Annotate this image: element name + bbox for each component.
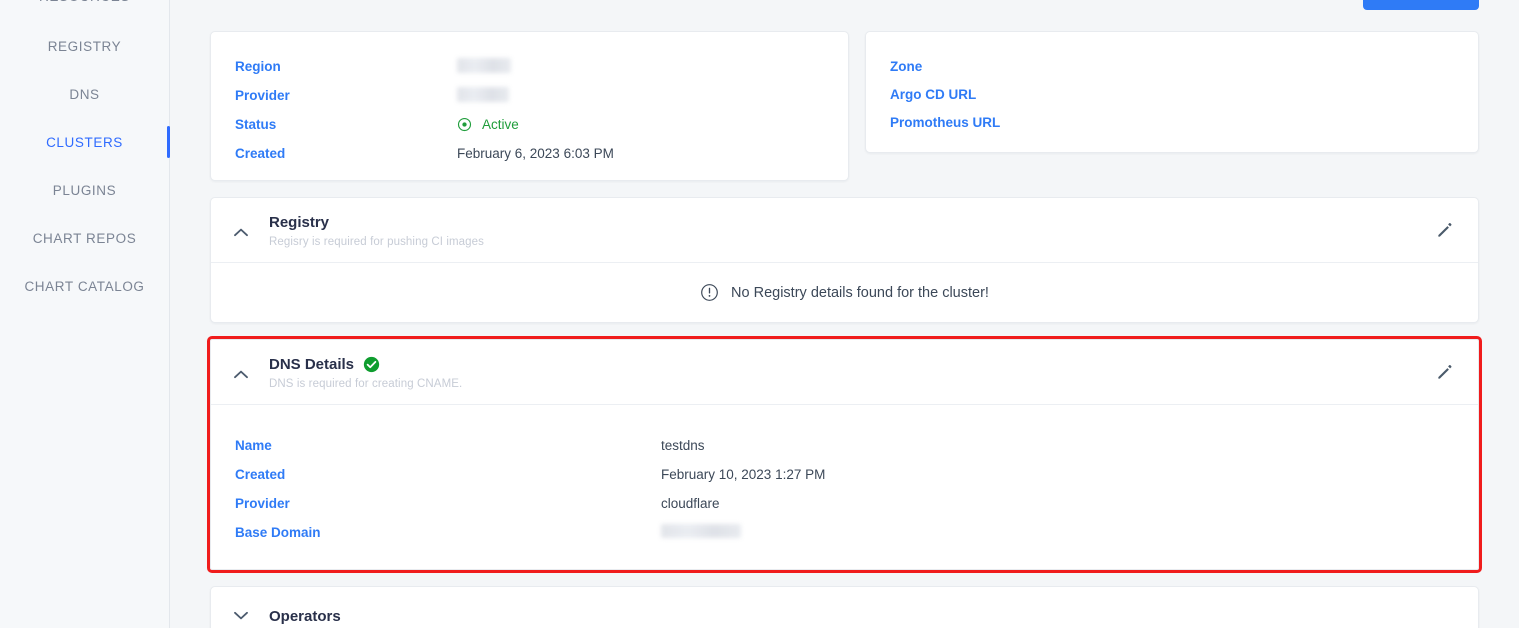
dns-title-wrap: DNS Details [269,356,462,373]
sidebar: RESOURCES REGISTRY DNS CLUSTERS PLUGINS … [0,0,170,628]
dns-name-label[interactable]: Name [235,438,661,453]
status-label[interactable]: Status [235,117,457,132]
dns-details-section: DNS Details DNS is required for creating… [207,336,1482,573]
cluster-links-card: Zone Argo CD URL Promotheus URL [865,31,1479,153]
status-row: Status Active [235,110,824,139]
provider-row: Provider [235,81,824,110]
zone-row: Zone [890,52,1454,80]
edit-registry-button[interactable] [1432,217,1458,243]
dns-name-value: testdns [661,438,705,453]
sidebar-item-resources[interactable]: RESOURCES [0,0,169,22]
dns-title: DNS Details [269,356,355,373]
operators-section: Operators [210,586,1479,628]
dns-titles: DNS Details DNS is required for creating… [269,354,462,390]
provider-label[interactable]: Provider [235,88,457,103]
redacted-value [457,57,511,73]
created-label[interactable]: Created [235,146,457,161]
sidebar-item-label: RESOURCES [39,0,130,4]
toolbar [210,0,1479,10]
verified-check-icon [363,356,380,373]
cluster-info-card: Region Provider Status Active Created Fe… [210,31,849,181]
chevron-up-icon[interactable] [227,360,255,388]
dns-row: Created February 10, 2023 1:27 PM [235,460,1454,489]
status-text: Active [482,117,519,132]
dns-created-label[interactable]: Created [235,467,661,482]
sidebar-item-label: CLUSTERS [46,134,123,150]
sidebar-item-label: PLUGINS [52,182,117,198]
redacted-value [457,86,509,102]
pencil-icon [1438,223,1452,237]
sidebar-item-chart-repos[interactable]: CHART REPOS [0,214,169,262]
created-row: Created February 6, 2023 6:03 PM [235,139,824,168]
dns-created-value: February 10, 2023 1:27 PM [661,467,826,482]
region-value [457,57,511,76]
sidebar-item-label: CHART CATALOG [24,278,145,294]
region-label[interactable]: Region [235,59,457,74]
argo-cd-url-link[interactable]: Argo CD URL [890,87,976,102]
registry-subtitle: Regisry is required for pushing CI image… [269,236,485,248]
registry-section-header[interactable]: Registry Regisry is required for pushing… [211,198,1478,262]
created-value: February 6, 2023 6:03 PM [457,146,614,161]
sidebar-item-registry[interactable]: REGISTRY [0,22,169,70]
region-row: Region [235,52,824,81]
sidebar-item-label: DNS [69,86,100,102]
edit-dns-button[interactable] [1432,359,1458,385]
registry-titles: Registry Regisry is required for pushing… [269,212,484,248]
operators-titles: Operators [269,606,341,625]
sidebar-item-chart-catalog[interactable]: CHART CATALOG [0,262,169,310]
registry-section: Registry Regisry is required for pushing… [210,197,1479,323]
registry-section-body: No Registry details found for the cluste… [211,262,1478,322]
cluster-summary: Region Provider Status Active Created Fe… [210,31,1479,181]
sidebar-item-dns[interactable]: DNS [0,70,169,118]
main-content: Region Provider Status Active Created Fe… [170,0,1519,628]
chevron-down-icon[interactable] [227,601,255,628]
dns-row: Provider cloudflare [235,489,1454,518]
argocd-row: Argo CD URL [890,80,1454,108]
sidebar-item-clusters[interactable]: CLUSTERS [0,118,170,166]
pencil-icon [1438,365,1452,379]
dns-row: Name testdns [235,431,1454,460]
dns-base-domain-value [661,524,741,541]
create-button[interactable] [1363,0,1479,10]
dns-subtitle: DNS is required for creating CNAME. [269,378,463,390]
redacted-value [661,524,741,538]
sidebar-item-plugins[interactable]: PLUGINS [0,166,169,214]
sidebar-item-label: CHART REPOS [32,230,137,246]
dns-base-domain-label[interactable]: Base Domain [235,525,661,540]
dns-provider-value: cloudflare [661,496,720,511]
dns-provider-label[interactable]: Provider [235,496,661,511]
operators-title: Operators [269,607,341,625]
prometheus-url-link[interactable]: Promotheus URL [890,115,1000,130]
registry-empty-state: No Registry details found for the cluste… [700,283,989,302]
registry-empty-message: No Registry details found for the cluste… [731,284,989,301]
status-value: Active [457,117,519,132]
dns-section-header[interactable]: DNS Details DNS is required for creating… [211,340,1478,404]
dns-section-body: Name testdns Created February 10, 2023 1… [211,404,1478,569]
zone-link[interactable]: Zone [890,59,922,74]
alert-circle-icon [701,284,718,301]
chevron-up-icon[interactable] [227,218,255,246]
provider-value [457,86,509,105]
status-active-icon [457,117,472,132]
registry-title: Registry [269,214,330,231]
dns-row: Base Domain [235,518,1454,547]
sidebar-item-label: REGISTRY [47,38,122,54]
operators-section-header[interactable]: Operators [211,587,1478,628]
prometheus-row: Promotheus URL [890,108,1454,136]
